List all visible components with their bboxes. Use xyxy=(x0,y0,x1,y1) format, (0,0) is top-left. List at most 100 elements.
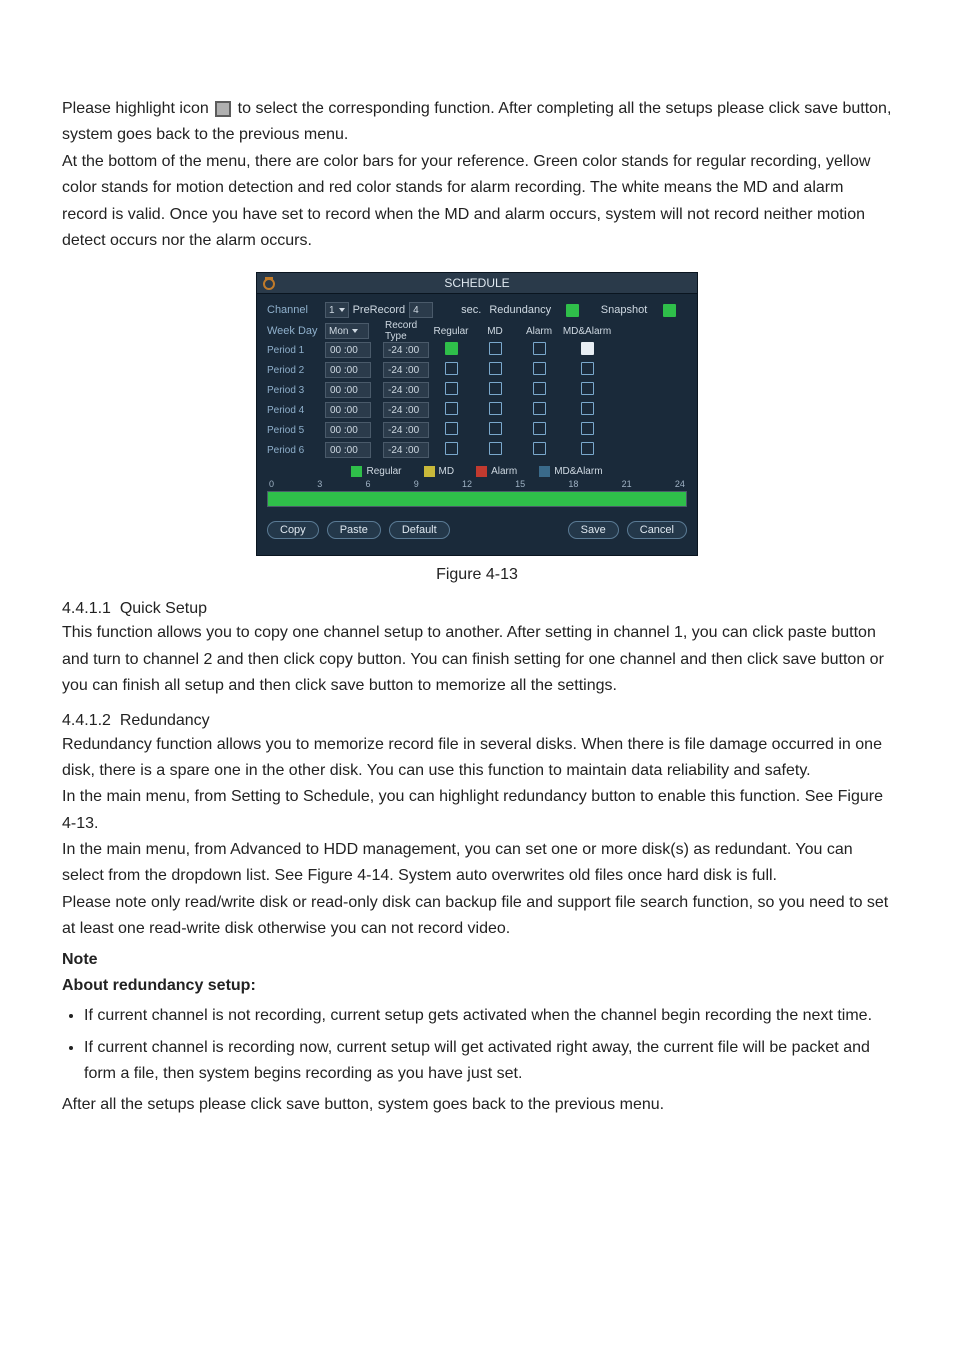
legend-regular-label: Regular xyxy=(366,466,401,477)
period-regular-checkbox[interactable] xyxy=(445,402,458,415)
channel-label: Channel xyxy=(267,304,325,316)
period-row: Period 100 :00 -24 :00 xyxy=(267,340,687,360)
legend-mdalarm-label: MD&Alarm xyxy=(554,466,602,477)
period-end[interactable]: -24 :00 xyxy=(383,342,429,358)
axis-tick: 18 xyxy=(568,479,578,489)
save-button[interactable]: Save xyxy=(568,521,619,539)
col-md: MD xyxy=(473,326,517,337)
period-label: Period 4 xyxy=(267,405,325,416)
period-alarm-checkbox[interactable] xyxy=(533,402,546,415)
col-mdalarm: MD&Alarm xyxy=(561,326,613,337)
period-end[interactable]: -24 :00 xyxy=(383,382,429,398)
redundancy-checkbox[interactable] xyxy=(566,304,579,317)
channel-row: Channel 1 PreRecord 4 sec. Redundancy Sn… xyxy=(267,300,687,320)
period-mdalarm-checkbox[interactable] xyxy=(581,342,594,355)
weekday-label: Week Day xyxy=(267,325,325,337)
figure-caption: Figure 4-13 xyxy=(62,566,892,584)
period-alarm-checkbox[interactable] xyxy=(533,362,546,375)
sec-label: sec. xyxy=(461,304,481,316)
about-redundancy-heading: About redundancy setup: xyxy=(62,973,892,999)
col-alarm: Alarm xyxy=(517,326,561,337)
weekday-select[interactable]: Mon xyxy=(325,323,369,339)
period-row: Period 500 :00 -24 :00 xyxy=(267,420,687,440)
highlight-icon xyxy=(215,101,231,117)
period-md-checkbox[interactable] xyxy=(489,362,502,375)
period-md-checkbox[interactable] xyxy=(489,402,502,415)
period-regular-checkbox[interactable] xyxy=(445,362,458,375)
recordtype-label: Record Type xyxy=(383,320,429,342)
period-start[interactable]: 00 :00 xyxy=(325,442,371,458)
period-row: Period 300 :00-24 :00 xyxy=(267,380,687,400)
intro-paragraph-2: At the bottom of the menu, there are col… xyxy=(62,149,892,255)
redundancy-p3: In the main menu, from Advanced to HDD m… xyxy=(62,837,892,890)
period-regular-checkbox[interactable] xyxy=(445,382,458,395)
intro-paragraph-1: Please highlight icon to select the corr… xyxy=(62,96,892,149)
axis-tick: 9 xyxy=(414,479,419,489)
cancel-button[interactable]: Cancel xyxy=(627,521,687,539)
period-label: Period 5 xyxy=(267,425,325,436)
period-mdalarm-checkbox[interactable] xyxy=(581,382,594,395)
section-quick-setup-heading: 4.4.1.1 Quick Setup xyxy=(62,600,892,618)
chevron-down-icon xyxy=(352,329,358,333)
quick-setup-paragraph: This function allows you to copy one cha… xyxy=(62,620,892,699)
timeline-bar xyxy=(267,491,687,507)
snapshot-checkbox[interactable] xyxy=(663,304,676,317)
default-button[interactable]: Default xyxy=(389,521,450,539)
period-mdalarm-checkbox[interactable] xyxy=(581,362,594,375)
channel-select[interactable]: 1 xyxy=(325,302,349,318)
period-start[interactable]: 00 :00 xyxy=(325,422,371,438)
col-regular: Regular xyxy=(429,326,473,337)
text: Please highlight icon xyxy=(62,100,213,117)
prerecord-input[interactable]: 4 xyxy=(409,302,433,318)
period-start[interactable]: 00 :00 xyxy=(325,402,371,418)
timeline: 0 3 6 9 12 15 18 21 24 xyxy=(267,479,687,507)
period-end[interactable]: -24 :00 xyxy=(383,402,429,418)
period-start[interactable]: 00 :00 xyxy=(325,382,371,398)
period-start[interactable]: 00 :00 xyxy=(325,362,371,378)
legend-md-label: MD xyxy=(439,466,455,477)
period-row: Period 400 :00 -24 :00 xyxy=(267,400,687,420)
period-end[interactable]: -24 :00 xyxy=(383,362,429,378)
period-alarm-checkbox[interactable] xyxy=(533,422,546,435)
bullet-1: If current channel is not recording, cur… xyxy=(84,1003,892,1029)
period-label: Period 1 xyxy=(267,345,325,356)
redundancy-bullets: If current channel is not recording, cur… xyxy=(84,1003,892,1086)
button-row: Copy Paste Default Save Cancel xyxy=(267,511,687,551)
axis-tick: 21 xyxy=(622,479,632,489)
period-regular-checkbox[interactable] xyxy=(445,342,458,355)
copy-button[interactable]: Copy xyxy=(267,521,319,539)
period-alarm-checkbox[interactable] xyxy=(533,442,546,455)
period-md-checkbox[interactable] xyxy=(489,442,502,455)
legend-md-icon xyxy=(424,466,435,477)
chevron-down-icon xyxy=(339,308,345,312)
axis-tick: 12 xyxy=(462,479,472,489)
period-alarm-checkbox[interactable] xyxy=(533,342,546,355)
period-end[interactable]: -24 :00 xyxy=(383,442,429,458)
period-md-checkbox[interactable] xyxy=(489,422,502,435)
axis-tick: 24 xyxy=(675,479,685,489)
prerecord-label: PreRecord xyxy=(353,304,406,316)
period-mdalarm-checkbox[interactable] xyxy=(581,422,594,435)
period-regular-checkbox[interactable] xyxy=(445,442,458,455)
paste-button[interactable]: Paste xyxy=(327,521,381,539)
timeline-regular-fill xyxy=(268,492,686,506)
period-end[interactable]: -24 :00 xyxy=(383,422,429,438)
legend-mdalarm-icon xyxy=(539,466,550,477)
period-label: Period 6 xyxy=(267,445,325,456)
period-row: Period 600 :00 -24 :00 xyxy=(267,440,687,460)
axis-tick: 0 xyxy=(269,479,274,489)
period-alarm-checkbox[interactable] xyxy=(533,382,546,395)
period-md-checkbox[interactable] xyxy=(489,342,502,355)
period-mdalarm-checkbox[interactable] xyxy=(581,402,594,415)
period-mdalarm-checkbox[interactable] xyxy=(581,442,594,455)
redundancy-after: After all the setups please click save b… xyxy=(62,1092,892,1118)
axis-tick: 15 xyxy=(515,479,525,489)
axis-tick: 6 xyxy=(365,479,370,489)
axis-tick: 3 xyxy=(317,479,322,489)
window-title: SCHEDULE xyxy=(444,276,509,290)
legend-alarm-icon xyxy=(476,466,487,477)
period-regular-checkbox[interactable] xyxy=(445,422,458,435)
snapshot-label: Snapshot xyxy=(601,304,647,316)
period-md-checkbox[interactable] xyxy=(489,382,502,395)
period-start[interactable]: 00 :00 xyxy=(325,342,371,358)
